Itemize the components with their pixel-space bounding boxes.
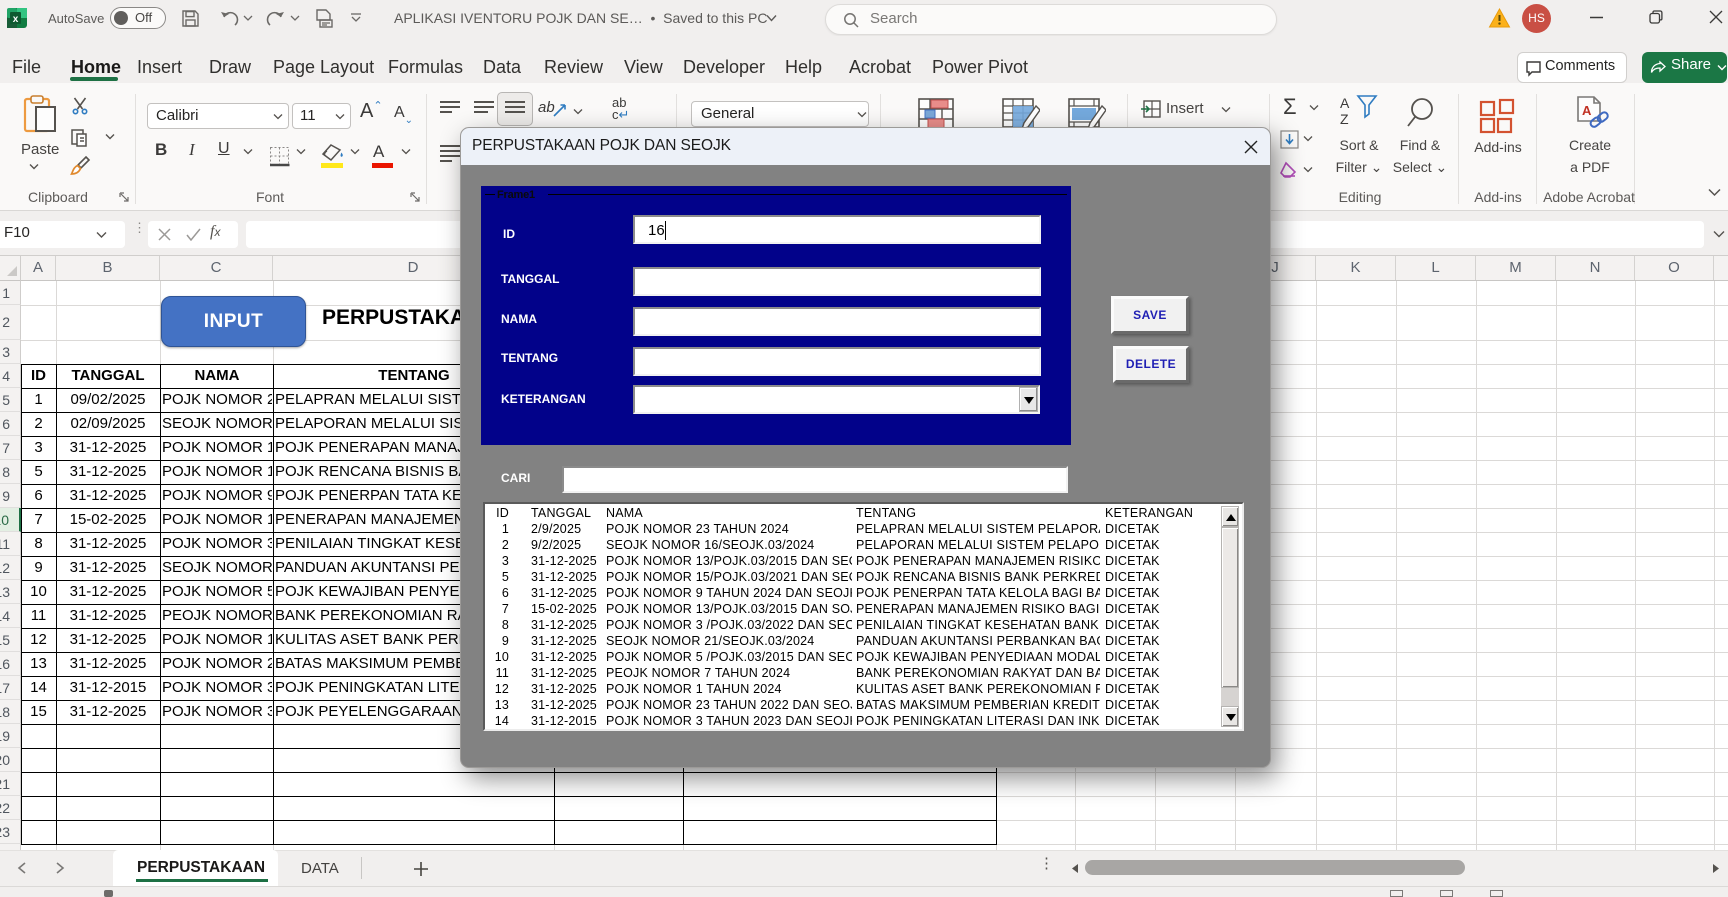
- svg-text:x: x: [13, 14, 19, 25]
- svg-text:Z: Z: [1340, 111, 1349, 127]
- svg-text:A: A: [1582, 103, 1592, 118]
- svg-text:A: A: [1340, 95, 1350, 111]
